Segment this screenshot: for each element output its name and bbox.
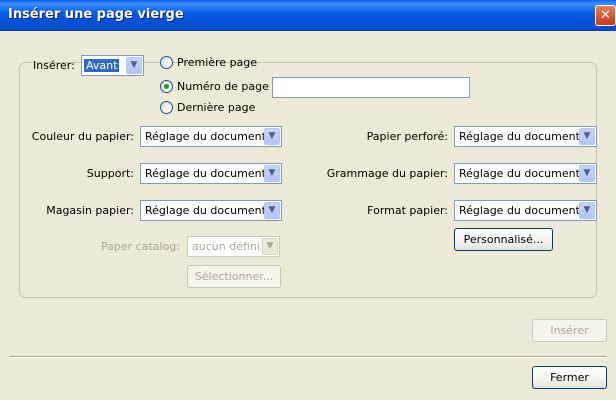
close-button[interactable]: Fermer (532, 366, 607, 389)
punched-paper-select[interactable]: Réglage du document ▼ (454, 126, 597, 147)
paper-tray-label: Magasin papier: (46, 204, 134, 217)
select-button[interactable]: Sélectionner... (187, 265, 281, 288)
dialog-title: Insérer une page vierge (8, 7, 184, 22)
radio-first-page[interactable] (160, 56, 173, 69)
punched-paper-value: Réglage du document (459, 130, 580, 143)
paper-color-select[interactable]: Réglage du document ▼ (140, 126, 282, 147)
paper-catalog-label: Paper catalog: (101, 240, 180, 253)
chevron-down-icon: ▼ (264, 128, 280, 145)
insert-position-value: Avant (84, 59, 120, 72)
media-select[interactable]: Réglage du document ▼ (140, 163, 282, 184)
radio-last-page[interactable] (160, 101, 173, 114)
chevron-down-icon: ▼ (264, 202, 280, 219)
custom-button[interactable]: Personnalisé... (454, 228, 553, 251)
paper-catalog-select[interactable]: aucun défini ▼ (187, 236, 280, 257)
insert-label: Insérer: (33, 59, 75, 72)
radio-first-page-label[interactable]: Première page (177, 56, 257, 69)
paper-color-label: Couleur du papier: (31, 130, 134, 143)
radio-page-number[interactable] (160, 80, 173, 93)
paper-format-value: Réglage du document (459, 204, 580, 217)
paper-tray-select[interactable]: Réglage du document ▼ (140, 200, 282, 221)
insert-blank-page-dialog: Insérer une page vierge ✕ Insérer: Avant… (0, 0, 616, 400)
chevron-down-icon: ▼ (579, 202, 595, 219)
chevron-down-icon: ▼ (264, 165, 280, 182)
chevron-down-icon: ▼ (579, 128, 595, 145)
insert-button[interactable]: Insérer (532, 319, 607, 342)
insert-position-select[interactable]: Avant ▼ (81, 55, 144, 76)
paper-tray-value: Réglage du document (145, 204, 266, 217)
paper-catalog-value: aucun défini (192, 240, 260, 253)
paper-weight-label: Grammage du papier: (326, 167, 448, 180)
paper-format-select[interactable]: Réglage du document ▼ (454, 200, 597, 221)
close-window-button[interactable]: ✕ (595, 5, 616, 26)
paper-weight-value: Réglage du document (459, 167, 580, 180)
paper-weight-select[interactable]: Réglage du document ▼ (454, 163, 597, 184)
separator (9, 356, 607, 358)
media-value: Réglage du document (145, 167, 266, 180)
page-number-input[interactable] (272, 77, 470, 98)
title-bar[interactable]: Insérer une page vierge ✕ (0, 0, 616, 31)
paper-format-label: Format papier: (367, 204, 448, 217)
close-icon: ✕ (600, 8, 611, 23)
punched-paper-label: Papier perforé: (366, 130, 448, 143)
radio-page-number-label[interactable]: Numéro de page (177, 80, 269, 93)
paper-color-value: Réglage du document (145, 130, 266, 143)
chevron-down-icon: ▼ (579, 165, 595, 182)
chevron-down-icon: ▼ (126, 57, 142, 74)
radio-last-page-label[interactable]: Dernière page (177, 101, 255, 114)
media-label: Support: (86, 167, 134, 180)
chevron-down-icon: ▼ (262, 238, 278, 255)
